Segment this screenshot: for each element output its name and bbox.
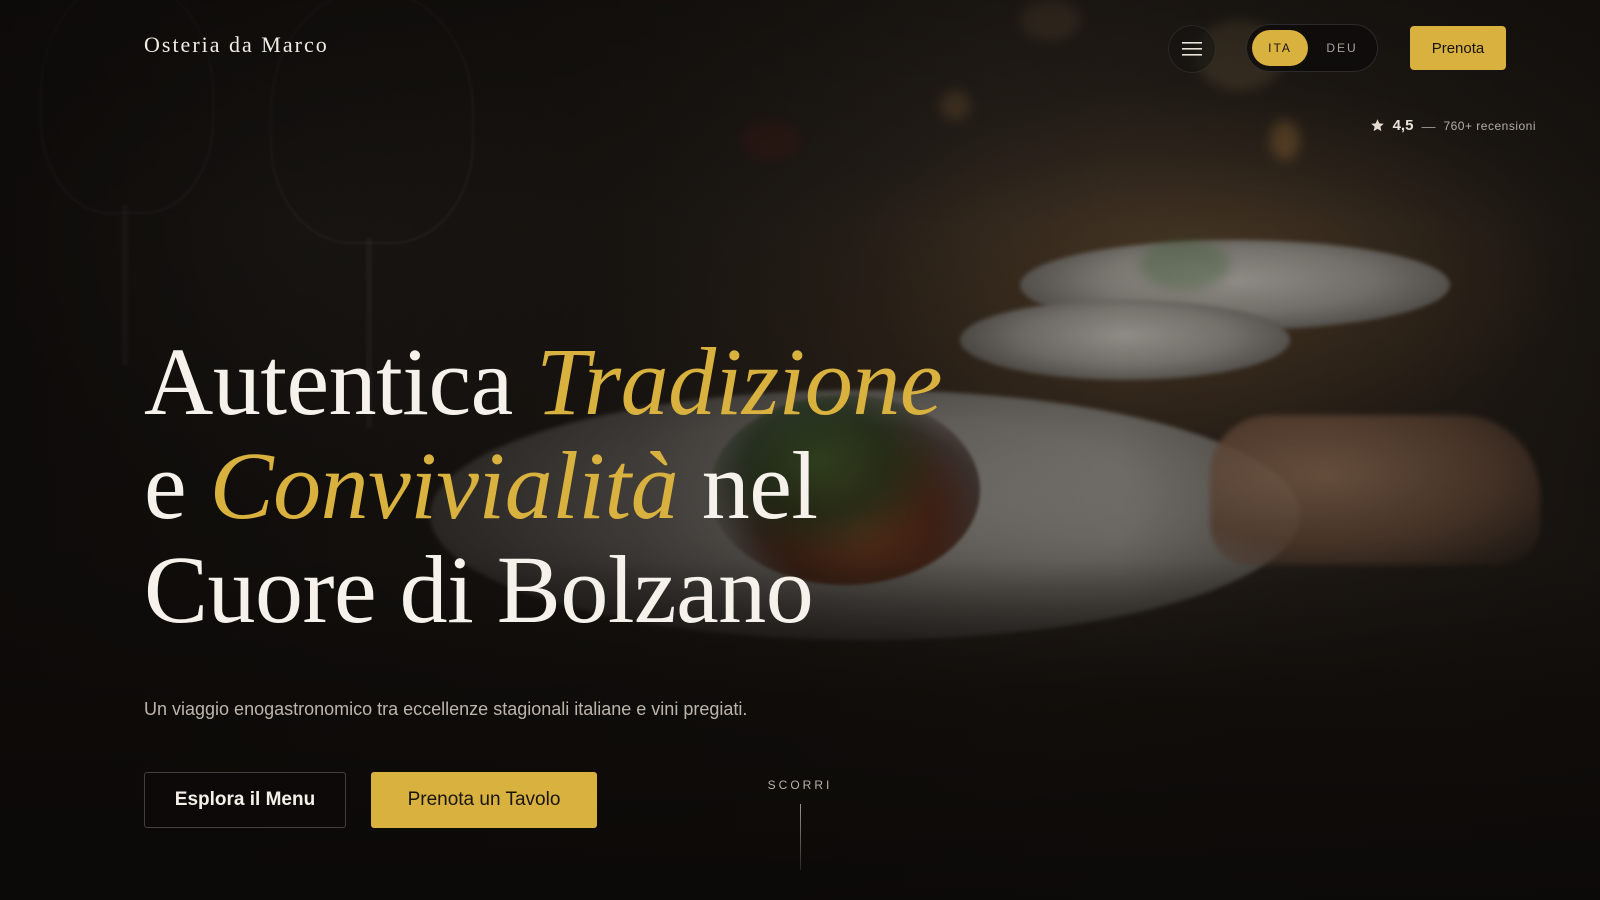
book-table-button[interactable]: Prenota un Tavolo xyxy=(371,772,597,828)
rating-separator: — xyxy=(1421,117,1436,134)
menu-button[interactable] xyxy=(1168,25,1216,73)
hero-title-highlight: Tradizione xyxy=(536,328,942,435)
explore-menu-button[interactable]: Esplora il Menu xyxy=(144,772,346,828)
reserve-button[interactable]: Prenota xyxy=(1410,26,1506,70)
hero-title: Autentica Tradizione e Convivialità nel … xyxy=(144,330,942,642)
site-logo[interactable]: Osteria da Marco xyxy=(144,32,329,58)
hero-subtitle: Un viaggio enogastronomico tra eccellenz… xyxy=(144,699,748,719)
language-option-ita[interactable]: ITA xyxy=(1252,30,1308,66)
rating-summary: 4,5 — 760+ recensioni xyxy=(1370,117,1536,134)
scroll-indicator-line xyxy=(800,804,801,870)
hero-title-highlight: Convivialità xyxy=(209,432,679,539)
hero-title-text: nel xyxy=(678,432,818,539)
hamburger-menu-icon xyxy=(1182,42,1202,56)
language-toggle: ITA DEU xyxy=(1246,24,1378,72)
hero-title-text: e xyxy=(144,432,210,539)
language-option-deu[interactable]: DEU xyxy=(1314,30,1370,66)
hero-title-text: Autentica xyxy=(144,328,537,435)
review-count: 760+ recensioni xyxy=(1443,118,1536,133)
star-icon xyxy=(1370,119,1384,132)
rating-score: 4,5 xyxy=(1392,117,1414,134)
hero-title-text: Cuore di Bolzano xyxy=(144,536,814,643)
scroll-indicator-label[interactable]: SCORRI xyxy=(740,778,860,792)
